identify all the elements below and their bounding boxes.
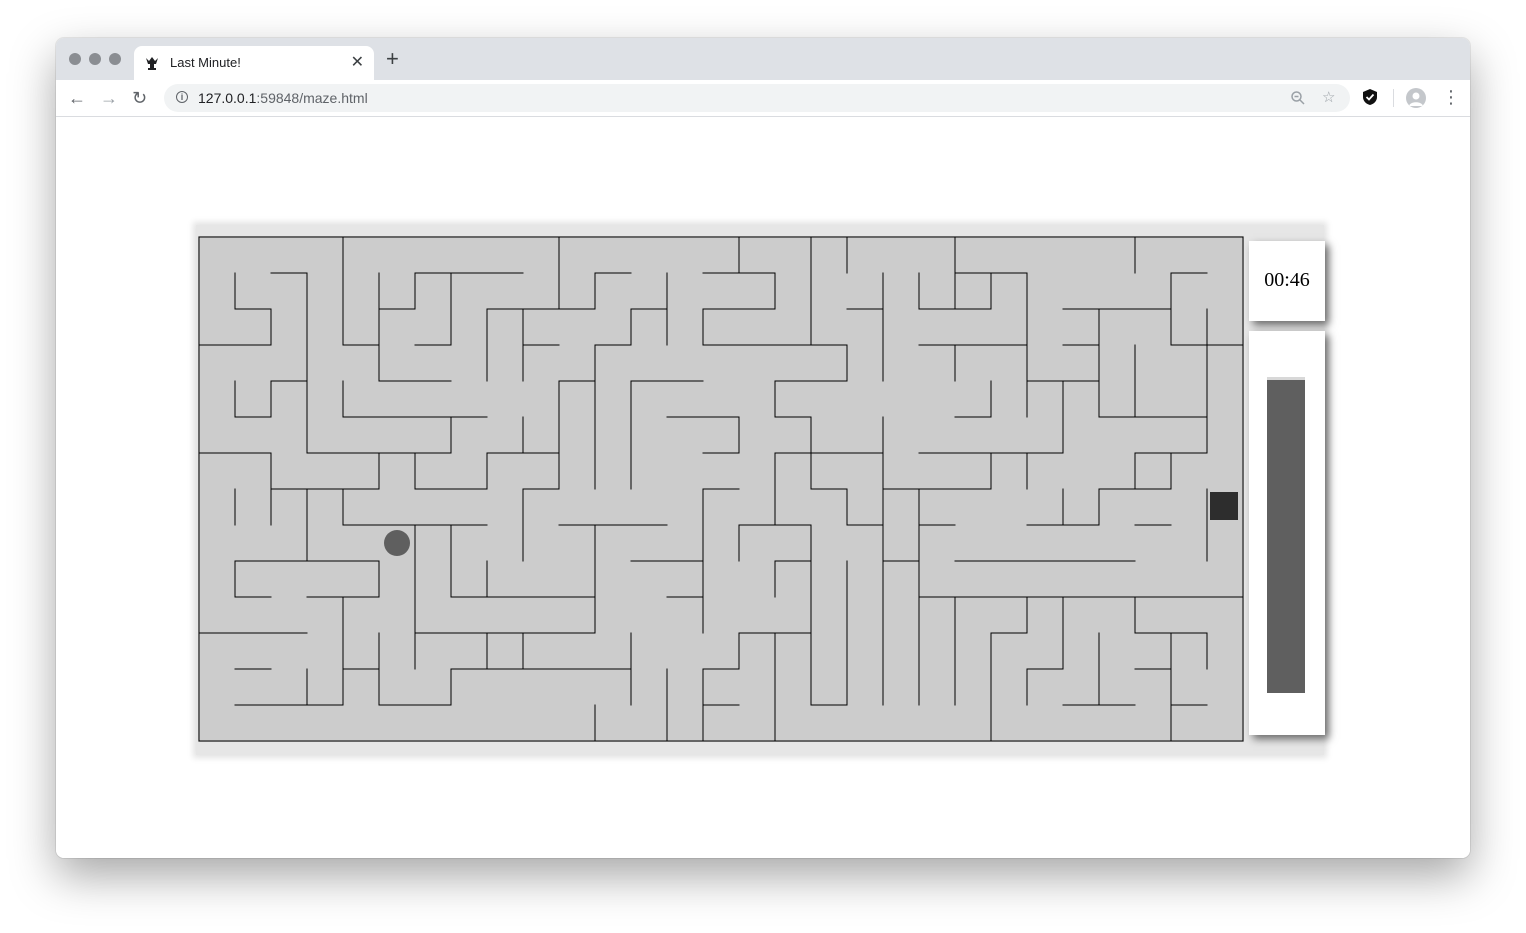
timer-panel: 00:46: [1249, 241, 1325, 321]
page-content: 00:46: [56, 117, 1470, 858]
site-info-icon[interactable]: i: [176, 91, 188, 103]
back-arrow-icon[interactable]: ←: [68, 86, 86, 110]
tab-last-minute[interactable]: Last Minute! ✕: [134, 46, 374, 80]
reload-icon[interactable]: ↻: [132, 86, 147, 110]
crown-piece-icon: [146, 57, 158, 70]
new-tab-button[interactable]: +: [386, 48, 399, 70]
kebab-menu-icon[interactable]: ⋮: [1442, 86, 1460, 108]
player-ball: [384, 530, 410, 556]
address-bar[interactable]: i 127.0.0.1:59848/maze.html ☆: [164, 84, 1350, 112]
browser-toolbar: ← → ↻ i 127.0.0.1:59848/maze.html ☆ ⋮: [56, 80, 1470, 117]
close-window-button[interactable]: [69, 53, 81, 65]
shield-check-icon[interactable]: [1362, 88, 1378, 106]
zoom-out-icon[interactable]: [1290, 90, 1306, 106]
close-tab-icon[interactable]: ✕: [351, 52, 364, 72]
goal-square: [1210, 492, 1238, 520]
timer-readout: 00:46: [1264, 269, 1310, 291]
time-meter-fill: [1267, 380, 1305, 693]
time-meter-panel: [1249, 331, 1325, 735]
time-meter-track: [1267, 377, 1305, 693]
tab-title: Last Minute!: [170, 55, 241, 70]
minimize-window-button[interactable]: [89, 53, 101, 65]
tab-strip: Last Minute! ✕ +: [56, 38, 1470, 80]
url-text: 127.0.0.1:59848/maze.html: [198, 90, 368, 106]
toolbar-divider: [1393, 89, 1394, 107]
browser-window: Last Minute! ✕ + ← → ↻ i 127.0.0.1:59848…: [56, 38, 1470, 858]
profile-avatar-icon[interactable]: [1406, 88, 1426, 108]
maze-board: [198, 236, 1244, 742]
bookmark-star-icon[interactable]: ☆: [1322, 88, 1335, 106]
maximize-window-button[interactable]: [109, 53, 121, 65]
forward-arrow-icon[interactable]: →: [100, 86, 118, 110]
